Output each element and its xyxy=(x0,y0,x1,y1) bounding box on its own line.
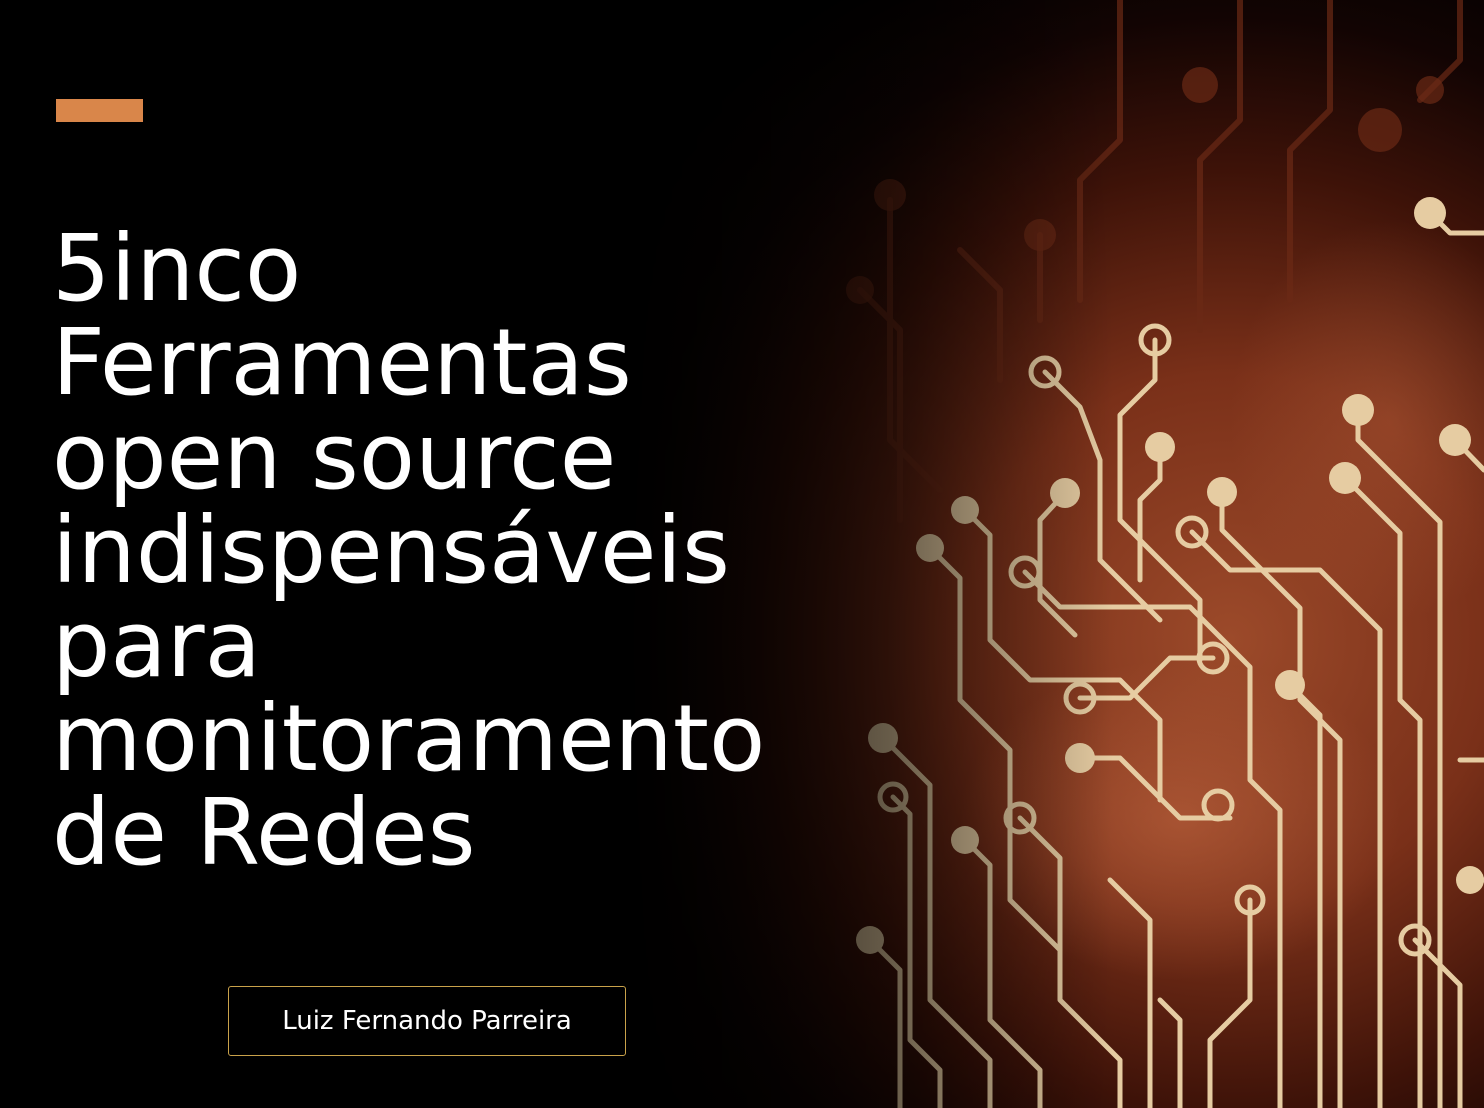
title-line: monitoramento xyxy=(52,685,766,792)
author-name: Luiz Fernando Parreira xyxy=(282,1006,572,1036)
slide-title: 5inco Ferramentas open source indispensá… xyxy=(52,222,952,880)
title-line: de Redes xyxy=(52,779,476,886)
title-line: Ferramentas xyxy=(52,309,632,416)
presentation-slide: 5inco Ferramentas open source indispensá… xyxy=(0,0,1484,1108)
title-line: 5inco xyxy=(52,215,302,322)
title-line: para xyxy=(52,591,261,698)
title-line: open source xyxy=(52,403,617,510)
title-line: indispensáveis xyxy=(52,497,730,604)
accent-bar xyxy=(56,99,143,122)
author-badge: Luiz Fernando Parreira xyxy=(228,986,626,1056)
